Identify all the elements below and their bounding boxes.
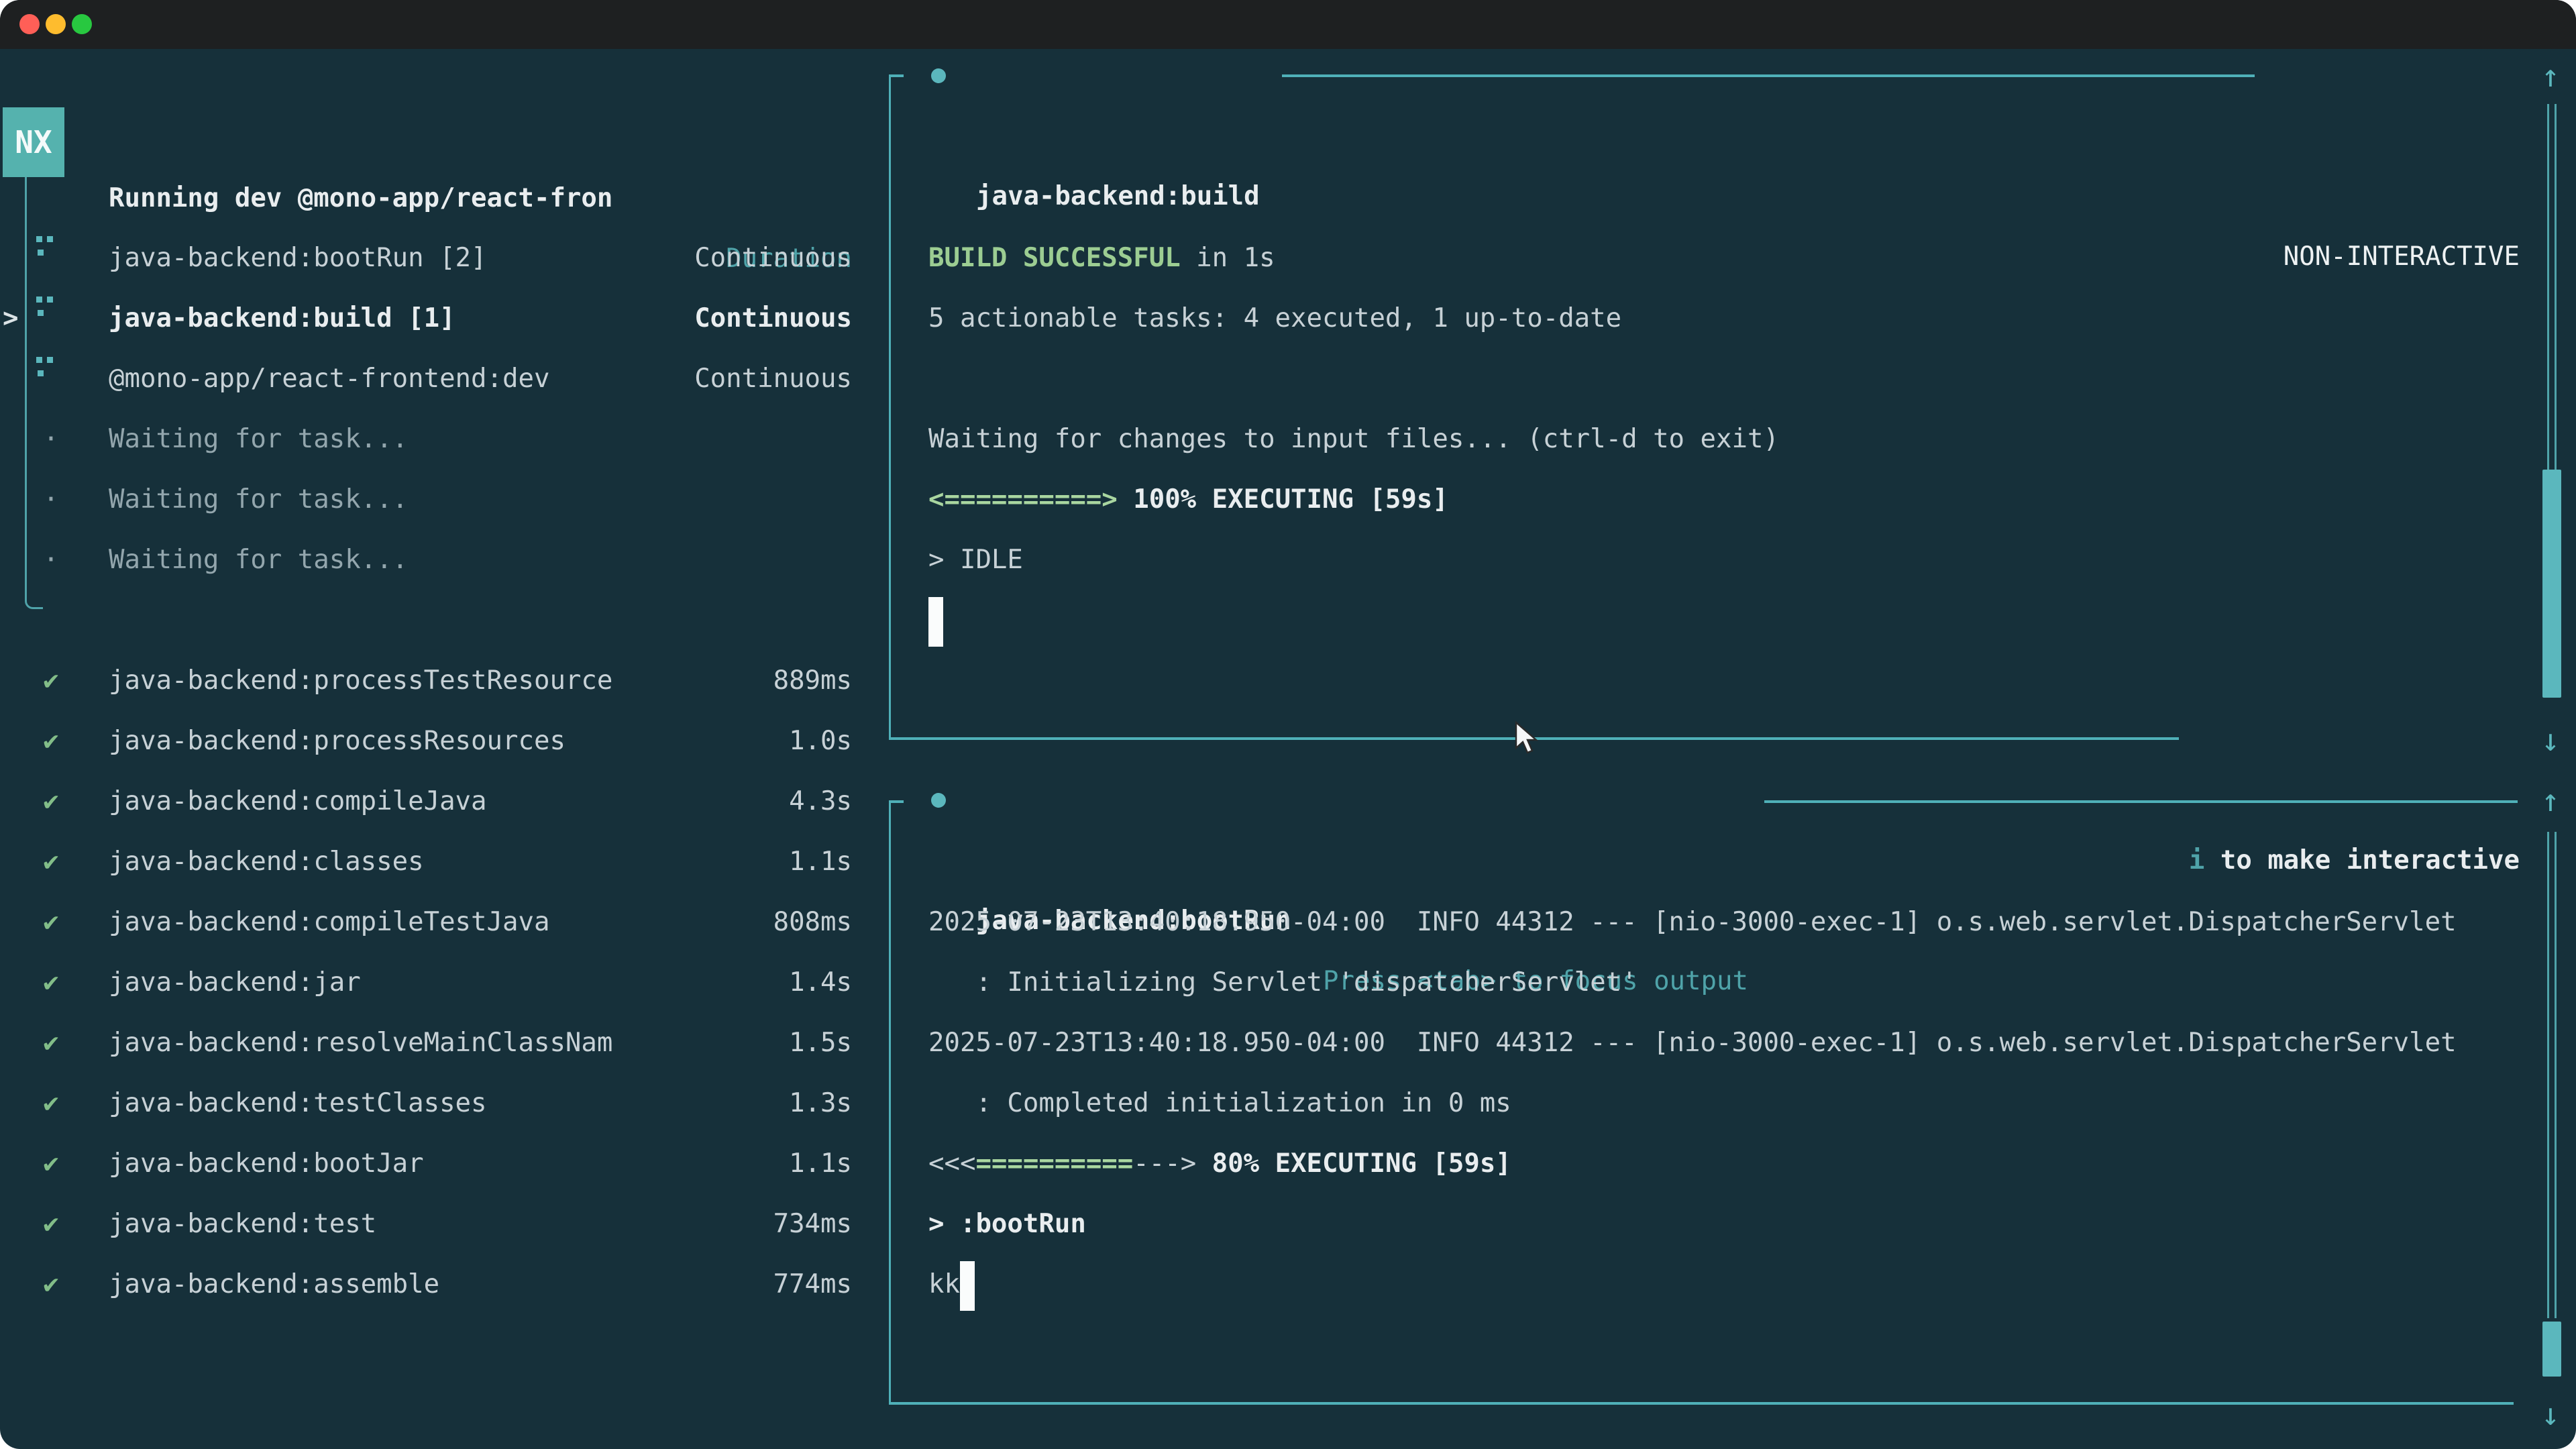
terminal-content: NX Running dev @mono-app/react-fron Dura… [0,49,2576,1449]
log-segment: 2025-07-23T13:40:18.950-04:00 INFO 44312… [928,1028,2457,1058]
terminal-window: NX Running dev @mono-app/react-fron Dura… [0,0,2576,1449]
log-line: 2025-07-23T13:40:18.950-04:00 INFO 44312… [928,1013,2576,1073]
pending-dot-icon: · [31,409,71,470]
task-duration: 1.1s [0,832,852,892]
log-segment: <<< [928,1148,975,1179]
bootrun-scrollbar-thumb[interactable] [2542,1322,2561,1377]
task-duration: 889ms [0,651,852,711]
build-scroll-down-icon[interactable]: ↓ [2530,710,2571,770]
terminal-cursor [960,1261,975,1311]
waiting-task-label: Waiting for task... [109,409,408,470]
build-panel-header: java-backend:build NON-INTERACTIVE [0,46,2576,106]
close-button[interactable] [19,14,40,34]
bootrun-scroll-down-icon[interactable]: ↓ [2530,1384,2571,1444]
log-line [928,349,2576,409]
task-group-tree-corner [25,596,43,609]
log-line: : Initializing Servlet 'dispatcherServle… [928,953,2576,1013]
log-segment: BUILD SUCCESSFUL [928,243,1181,273]
task-duration: 808ms [0,892,852,953]
pager: ← 1/2 → [31,1436,267,1449]
task-status: Continuous [0,288,852,349]
terminal-cursor [928,597,943,647]
waiting-task-label: Waiting for task... [109,470,408,530]
bootrun-panel-left-border [889,800,891,1405]
sidebar-header-row: Running dev @mono-app/react-fron Duratio… [0,108,2576,168]
mouse-pointer-icon [1513,721,1544,756]
task-status-dot-icon [931,68,946,83]
build-scroll-up-icon[interactable]: ↑ [2530,46,2571,106]
waiting-task-label: Waiting for task... [109,530,408,590]
log-line: BUILD SUCCESSFUL in 1s [928,228,2576,288]
log-segment: ---> [1133,1148,1196,1179]
bootrun-panel-header: java-backend:bootRun Press <tab> to focu… [0,770,2576,830]
log-line: <<<==========---> 80% EXECUTING [59s] [928,1134,2576,1194]
title-bar [0,0,2576,49]
task-status: Continuous [0,228,852,288]
log-segment: > IDLE [928,545,1023,575]
log-segment: ========== [975,1148,1133,1179]
log-segment: 100% EXECUTING [59s] [1118,484,1448,515]
log-line: Waiting for changes to input files... (c… [928,409,2576,470]
task-duration: 1.3s [0,1073,852,1134]
minimize-button[interactable] [46,14,66,34]
log-segment: > :bootRun [928,1209,1086,1239]
log-segment: 5 actionable tasks: 4 executed, 1 up-to-… [928,303,1621,333]
log-segment: 80% EXECUTING [59s] [1196,1148,1511,1179]
task-status: Continuous [0,349,852,409]
log-line [928,590,2576,651]
task-status-dot-icon [931,793,946,808]
log-segment: 2025-07-23T13:40:18.950-04:00 INFO 44312… [928,907,2457,937]
log-segment: kk [928,1269,960,1299]
log-segment: : Completed initialization in 0 ms [928,1088,1511,1118]
bootrun-scroll-up-icon[interactable]: ↑ [2530,770,2571,830]
bootrun-scrollbar-track[interactable] [2547,832,2557,1318]
interactive-text: to make interactive [2220,845,2520,875]
build-panel-footer: i to make interactive [0,710,2576,770]
pending-dot-icon: · [31,530,71,590]
log-segment: Waiting for changes to input files... (c… [928,424,1779,454]
build-panel-title: java-backend:build [976,166,1260,227]
log-line: kk [928,1254,2576,1315]
task-duration: 1.4s [0,953,852,1013]
bootrun-panel-bottom-line [889,1402,2514,1405]
log-line: <==========> 100% EXECUTING [59s] [928,470,2576,530]
interactive-key: i [2189,845,2204,875]
completed-task-row[interactable]: ✔java-backend:processTestResource889ms [0,651,2576,711]
log-segment: in 1s [1181,243,1275,273]
task-duration: 1.1s [0,1134,852,1194]
log-segment: <==========> [928,484,1118,515]
log-line: : Completed initialization in 0 ms [928,1073,2576,1134]
log-line: 5 actionable tasks: 4 executed, 1 up-to-… [928,288,2576,349]
log-line: > IDLE [928,530,2576,590]
build-panel-left-border [889,74,891,740]
task-duration: 734ms [0,1194,852,1254]
sidebar-title: Running dev @mono-app/react-fron [109,168,612,229]
task-duration: 774ms [0,1254,852,1315]
build-scrollbar-thumb[interactable] [2542,470,2561,698]
pending-dot-icon: · [31,470,71,530]
log-segment: : Initializing Servlet 'dispatcherServle… [928,967,1638,998]
sidebar-footer-row: ← 1/2 → quit: q help: ? [0,1376,2576,1436]
task-duration: 1.5s [0,1013,852,1073]
zoom-button[interactable] [72,14,92,34]
log-line: > :bootRun [928,1194,2576,1254]
log-line: 2025-07-23T13:40:18.950-04:00 INFO 44312… [928,892,2576,953]
